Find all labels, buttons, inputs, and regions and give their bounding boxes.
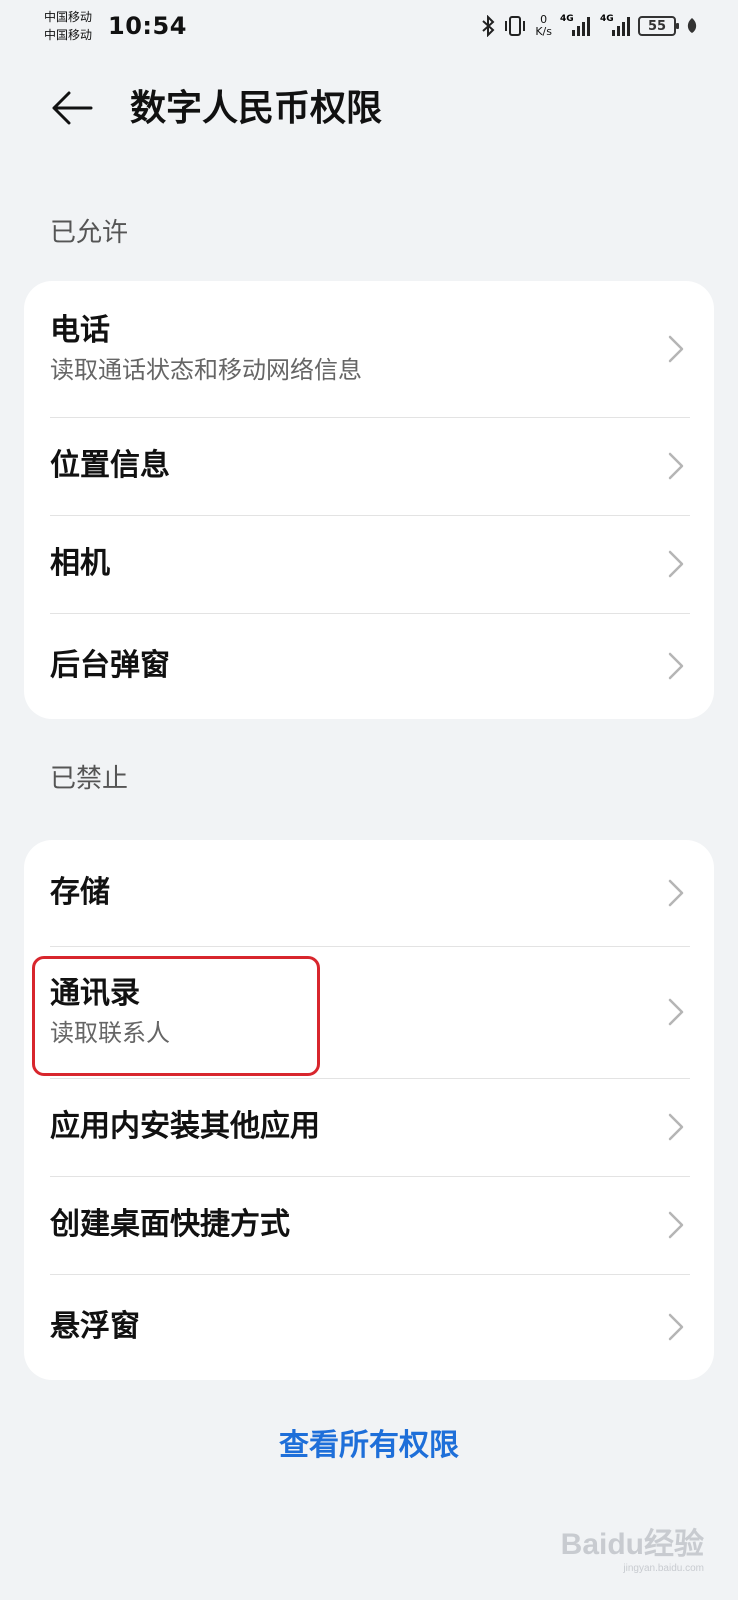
network-speed: 0 K/s: [535, 14, 552, 38]
chevron-right-icon: [668, 550, 684, 578]
permission-item-location[interactable]: 位置信息: [24, 417, 714, 515]
watermark-subtext: jingyan.baidu.com: [623, 1563, 704, 1574]
permission-description: 读取通话状态和移动网络信息: [50, 356, 362, 384]
battery-icon: 55: [638, 16, 679, 36]
permission-item-background-popup[interactable]: 后台弹窗: [24, 613, 714, 719]
carrier-info: 中国移动 中国移动: [44, 8, 92, 44]
permission-title: 电话: [50, 313, 110, 348]
signal-icon: 4G: [600, 14, 630, 36]
app-header: 数字人民币权限: [0, 70, 738, 150]
arrow-left-icon: [52, 91, 93, 125]
chevron-right-icon: [668, 652, 684, 680]
app-screen: 中国移动 中国移动 10:54 0 K/s 4G 4G 55 数字人民币权限 已…: [0, 0, 738, 1600]
bluetooth-icon: [482, 15, 495, 37]
carrier-1: 中国移动: [44, 10, 93, 24]
chevron-right-icon: [668, 335, 684, 363]
carrier-2: 中国移动: [44, 28, 93, 42]
signal-icon: 4G: [560, 14, 590, 36]
denied-permissions-card: 存储 通讯录 读取联系人 应用内安装其他应用 创建桌面快捷方式 悬浮窗: [24, 840, 714, 1380]
back-button[interactable]: [48, 84, 96, 132]
denied-section-label: 已禁止: [50, 764, 129, 794]
sim2-network-tag: 4G: [600, 14, 614, 24]
chevron-right-icon: [668, 998, 684, 1026]
chevron-right-icon: [668, 879, 684, 907]
permission-title: 悬浮窗: [50, 1309, 140, 1344]
clock: 10:54: [108, 12, 187, 40]
chevron-right-icon: [668, 1113, 684, 1141]
permission-item-contacts[interactable]: 通讯录 读取联系人: [24, 946, 714, 1078]
permission-item-camera[interactable]: 相机: [24, 515, 714, 613]
permission-title: 位置信息: [50, 448, 170, 483]
permission-title: 存储: [50, 875, 110, 910]
chevron-right-icon: [668, 1313, 684, 1341]
chevron-right-icon: [668, 1211, 684, 1239]
watermark-text: Baidu经验: [560, 1528, 704, 1561]
permission-description: 读取联系人: [50, 1019, 170, 1047]
permission-item-phone[interactable]: 电话 读取通话状态和移动网络信息: [24, 281, 714, 417]
permission-title: 应用内安装其他应用: [50, 1109, 320, 1144]
permission-title: 后台弹窗: [50, 648, 170, 683]
vibrate-icon: [505, 16, 526, 36]
allowed-permissions-card: 电话 读取通话状态和移动网络信息 位置信息 相机 后台弹窗: [24, 281, 714, 719]
view-all-permissions-link[interactable]: 查看所有权限: [0, 1420, 738, 1464]
battery-level: 55: [647, 18, 667, 34]
allowed-section-label: 已允许: [50, 218, 129, 248]
page-title: 数字人民币权限: [130, 88, 383, 129]
sim1-network-tag: 4G: [560, 14, 574, 24]
baidu-watermark: Baidu经验 jingyan.baidu.com: [561, 1519, 704, 1574]
permission-item-storage[interactable]: 存储: [24, 840, 714, 946]
status-bar: 中国移动 中国移动 10:54 0 K/s 4G 4G 55: [0, 0, 738, 52]
permission-item-install-apps[interactable]: 应用内安装其他应用: [24, 1078, 714, 1176]
network-speed-unit: K/s: [535, 25, 552, 38]
status-icons: 0 K/s 4G 4G 55: [481, 12, 698, 40]
permission-item-desktop-shortcut[interactable]: 创建桌面快捷方式: [24, 1176, 714, 1274]
permission-title: 相机: [50, 546, 110, 581]
leaf-icon: [687, 18, 697, 33]
permission-item-floating-window[interactable]: 悬浮窗: [24, 1274, 714, 1380]
chevron-right-icon: [668, 452, 684, 480]
permission-title: 创建桌面快捷方式: [50, 1207, 290, 1242]
permission-title: 通讯录: [50, 976, 140, 1011]
